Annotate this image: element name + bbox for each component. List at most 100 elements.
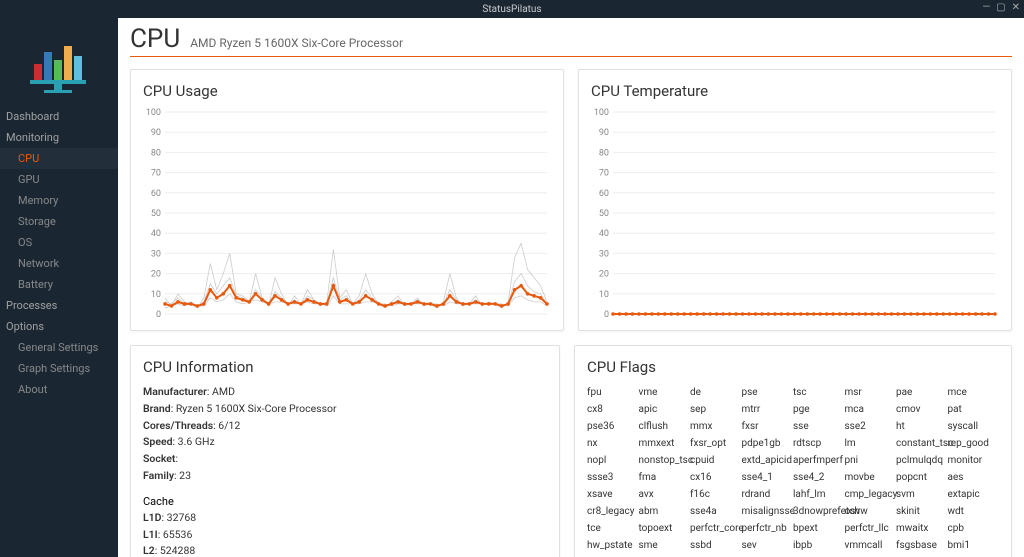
svg-text:80: 80 bbox=[151, 148, 161, 158]
flag-sse4_1: sse4_1 bbox=[742, 469, 794, 486]
nav-sub-battery[interactable]: Battery bbox=[0, 274, 118, 295]
flag-perfctr_llc: perfctr_llc bbox=[845, 520, 897, 537]
cpu-info-card: CPU Information Manufacturer: AMDBrand: … bbox=[130, 345, 560, 557]
svg-text:10: 10 bbox=[151, 290, 161, 300]
flag-xsave: xsave bbox=[587, 486, 639, 503]
flag-mca: mca bbox=[845, 401, 897, 418]
flag-tsc: tsc bbox=[793, 384, 845, 401]
cpu-info-title: CPU Information bbox=[143, 358, 547, 376]
svg-text:70: 70 bbox=[599, 169, 609, 179]
svg-text:0: 0 bbox=[604, 310, 609, 318]
flag-fma: fma bbox=[639, 469, 691, 486]
flag-vmmcall: vmmcall bbox=[845, 537, 897, 554]
flag-pse: pse bbox=[742, 384, 794, 401]
cpu-flags-card: CPU Flags fpuvmedepsetscmsrpaemce cx8apic… bbox=[574, 345, 1012, 557]
info-row: Cores/Threads: 6/12 bbox=[143, 418, 547, 435]
nav-sub-memory[interactable]: Memory bbox=[0, 190, 118, 211]
nav-options[interactable]: Options bbox=[0, 316, 118, 337]
flag-apic: apic bbox=[639, 401, 691, 418]
info-row: Family: 23 bbox=[143, 468, 547, 485]
flag-fxsr_opt: fxsr_opt bbox=[690, 435, 742, 452]
flag-rdrand: rdrand bbox=[742, 486, 794, 503]
cache-row: L1I: 65536 bbox=[143, 527, 547, 544]
nav-dashboard[interactable]: Dashboard bbox=[0, 106, 118, 127]
sidebar: DashboardMonitoringCPUGPUMemoryStorageOS… bbox=[0, 18, 118, 557]
flag-ssse3: ssse3 bbox=[587, 469, 639, 486]
svg-text:10: 10 bbox=[599, 290, 609, 300]
nav-monitoring[interactable]: Monitoring bbox=[0, 127, 118, 148]
logo bbox=[0, 26, 118, 106]
flag-perfctr_nb: perfctr_nb bbox=[742, 520, 794, 537]
svg-text:50: 50 bbox=[599, 209, 609, 219]
flag-svm: svm bbox=[896, 486, 948, 503]
svg-text:20: 20 bbox=[151, 270, 161, 280]
info-row: Socket: bbox=[143, 451, 547, 468]
flag-pse36: pse36 bbox=[587, 418, 639, 435]
cpu-flags-title: CPU Flags bbox=[587, 358, 999, 376]
flag-cmov: cmov bbox=[896, 401, 948, 418]
flag-nonstop_tsc: nonstop_tsc bbox=[639, 452, 691, 469]
nav-sub-gpu[interactable]: GPU bbox=[0, 169, 118, 190]
flag-mce: mce bbox=[948, 384, 1000, 401]
flag-sse2: sse2 bbox=[845, 418, 897, 435]
flag-monitor: monitor bbox=[948, 452, 1000, 469]
nav-sub-about[interactable]: About bbox=[0, 379, 118, 400]
flag-pat: pat bbox=[948, 401, 1000, 418]
minimize-icon[interactable]: — bbox=[982, 2, 990, 13]
svg-text:80: 80 bbox=[599, 148, 609, 158]
page-header: CPU AMD Ryzen 5 1600X Six-Core Processor bbox=[130, 24, 1012, 57]
nav-sub-network[interactable]: Network bbox=[0, 253, 118, 274]
flag-fxsr: fxsr bbox=[742, 418, 794, 435]
flag-lahf_lm: lahf_lm bbox=[793, 486, 845, 503]
flag-sme: sme bbox=[639, 537, 691, 554]
close-icon[interactable]: ✕ bbox=[1012, 2, 1020, 13]
flag-fpu: fpu bbox=[587, 384, 639, 401]
cpu-usage-chart: 0102030405060708090100 bbox=[143, 108, 551, 318]
flag-aes: aes bbox=[948, 469, 1000, 486]
nav-sub-os[interactable]: OS bbox=[0, 232, 118, 253]
flag-cx8: cx8 bbox=[587, 401, 639, 418]
nav-sub-cpu[interactable]: CPU bbox=[0, 148, 118, 169]
flag-pdpe1gb: pdpe1gb bbox=[742, 435, 794, 452]
flag-mmx: mmx bbox=[690, 418, 742, 435]
flag-syscall: syscall bbox=[948, 418, 1000, 435]
flag-nx: nx bbox=[587, 435, 639, 452]
flag-de: de bbox=[690, 384, 742, 401]
cache-row: L2: 524288 bbox=[143, 543, 547, 557]
cpu-temp-card: CPU Temperature 0102030405060708090100 bbox=[578, 69, 1012, 331]
flag-avx: avx bbox=[639, 486, 691, 503]
flag-sep: sep bbox=[690, 401, 742, 418]
flag-f16c: f16c bbox=[690, 486, 742, 503]
flag-mmxext: mmxext bbox=[639, 435, 691, 452]
nav-sub-graph-settings[interactable]: Graph Settings bbox=[0, 358, 118, 379]
flag-rep_good: rep_good bbox=[948, 435, 1000, 452]
info-row: Brand: Ryzen 5 1600X Six-Core Processor bbox=[143, 401, 547, 418]
flag-mtrr: mtrr bbox=[742, 401, 794, 418]
flag-clflush: clflush bbox=[639, 418, 691, 435]
flag-3dnowprefetch: 3dnowprefetch bbox=[793, 503, 845, 520]
flag-sse4a: sse4a bbox=[690, 503, 742, 520]
nav-sub-general-settings[interactable]: General Settings bbox=[0, 337, 118, 358]
flag-sev: sev bbox=[742, 537, 794, 554]
nav-sub-storage[interactable]: Storage bbox=[0, 211, 118, 232]
flag-misalignsse: misalignsse bbox=[742, 503, 794, 520]
flag-movbe: movbe bbox=[845, 469, 897, 486]
cache-list: L1D: 32768L1I: 65536L2: 524288L3: 838860… bbox=[143, 510, 547, 557]
page-title: CPU bbox=[130, 24, 180, 54]
info-row: Speed: 3.6 GHz bbox=[143, 434, 547, 451]
nav-processes[interactable]: Processes bbox=[0, 295, 118, 316]
flag-perfctr_core: perfctr_core bbox=[690, 520, 742, 537]
flag-pae: pae bbox=[896, 384, 948, 401]
flag-bpext: bpext bbox=[793, 520, 845, 537]
flag-pclmulqdq: pclmulqdq bbox=[896, 452, 948, 469]
maximize-icon[interactable]: ▢ bbox=[996, 2, 1005, 13]
flag-msr: msr bbox=[845, 384, 897, 401]
flag-extapic: extapic bbox=[948, 486, 1000, 503]
flag-osvw: osvw bbox=[845, 503, 897, 520]
page-subtitle: AMD Ryzen 5 1600X Six-Core Processor bbox=[190, 36, 403, 50]
flag-extd_apicid: extd_apicid bbox=[742, 452, 794, 469]
flag-vme: vme bbox=[639, 384, 691, 401]
svg-text:100: 100 bbox=[146, 108, 161, 118]
flag-bmi1: bmi1 bbox=[948, 537, 1000, 554]
content: CPU AMD Ryzen 5 1600X Six-Core Processor… bbox=[118, 18, 1024, 557]
